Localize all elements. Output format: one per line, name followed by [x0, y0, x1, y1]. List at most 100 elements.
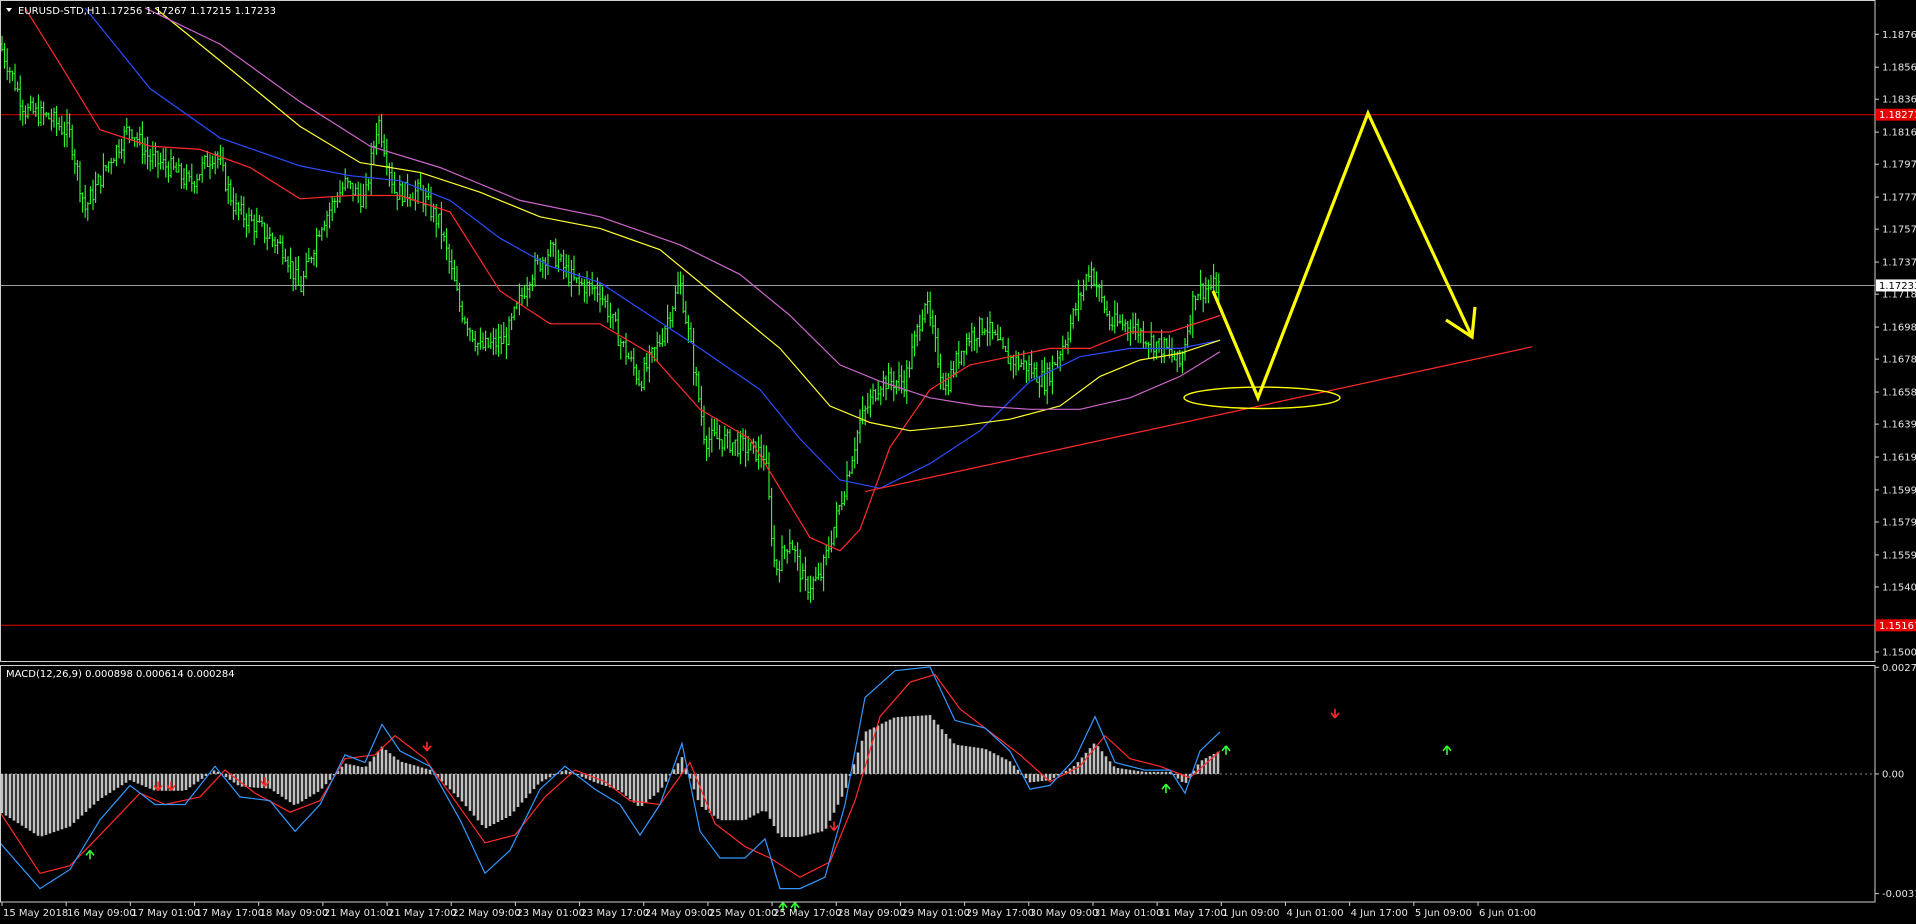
macd-histogram-bar [532, 773, 536, 790]
price-tick-label: 1.15005 [1882, 647, 1916, 658]
macd-histogram-bar [1004, 759, 1008, 774]
macd-histogram-bar [276, 773, 280, 795]
macd-histogram-bar [940, 729, 944, 774]
price-tick-label: 1.16980 [1882, 323, 1916, 334]
macd-histogram-bar [964, 746, 968, 774]
macd-histogram-bar [620, 773, 624, 793]
macd-histogram-bar [324, 773, 328, 785]
macd-histogram-bar [108, 773, 112, 793]
macd-histogram-bar [1204, 758, 1208, 774]
price-tick-label: 1.17970 [1882, 160, 1916, 171]
macd-histogram-bar [1000, 757, 1004, 774]
macd-histogram-bar [624, 773, 628, 796]
ohlc-readout: 1.17256 1.17267 1.17215 1.17233 [101, 6, 276, 17]
macd-histogram-bar [748, 773, 752, 818]
macd-histogram-bar [144, 773, 148, 787]
price-tick-label: 1.16585 [1882, 388, 1916, 399]
macd-histogram-bar [124, 773, 128, 783]
macd-histogram-bar [296, 773, 300, 804]
macd-histogram-bar [916, 715, 920, 774]
time-tick-label: 29 May 01:00 [901, 908, 970, 919]
trading-chart: 1.18760 1.18560 1.18365 1.18165 1.17970 1.177… [0, 0, 1916, 924]
macd-histogram-bar [984, 749, 988, 774]
macd-histogram-bar [796, 773, 800, 838]
macd-histogram-bar [300, 773, 304, 802]
macd-histogram-bar [912, 716, 916, 774]
macd-histogram-bar [580, 773, 584, 777]
macd-histogram-bar [824, 773, 828, 829]
macd-histogram-bar [632, 773, 636, 803]
macd-histogram-bar [1164, 771, 1168, 774]
macd-histogram-bar [140, 773, 144, 786]
macd-histogram-bar [600, 773, 604, 785]
macd-histogram-bar [944, 733, 948, 774]
macd-histogram-bar [448, 773, 452, 790]
macd-histogram-bar [780, 773, 784, 838]
macd-histogram-bar [960, 745, 964, 774]
macd-histogram-bar [176, 773, 180, 791]
time-tick-label: 17 May 17:00 [196, 908, 265, 919]
macd-histogram-bar [804, 773, 808, 836]
macd-histogram-bar [1140, 771, 1144, 774]
macd-histogram-bar [676, 763, 680, 774]
macd-histogram-bar [832, 773, 836, 813]
macd-histogram-bar [564, 770, 568, 774]
macd-histogram-bar [888, 719, 892, 774]
price-tick-label: 1.18165 [1882, 128, 1916, 139]
macd-histogram-bar [1028, 773, 1032, 783]
macd-histogram-bar [24, 773, 28, 829]
macd-histogram-bar [304, 773, 308, 800]
macd-histogram-bar [136, 773, 140, 784]
macd-histogram-bar [380, 746, 384, 774]
macd-histogram-bar [16, 773, 20, 824]
macd-histogram-bar [604, 773, 608, 787]
macd-histogram-bar [36, 773, 40, 836]
time-tick-label: 21 May 01:00 [324, 908, 393, 919]
macd-histogram-bar [312, 773, 316, 795]
macd-histogram-bar [376, 751, 380, 774]
macd-title: MACD(12,26,9) 0.000898 0.000614 0.000284 [6, 669, 235, 680]
macd-histogram-bar [84, 773, 88, 812]
macd-histogram-bar [904, 716, 908, 774]
macd-histogram-bar [356, 766, 360, 774]
macd-histogram-bar [452, 773, 456, 794]
macd-histogram-bar [56, 773, 60, 831]
macd-histogram-bar [724, 773, 728, 821]
macd-histogram-bar [364, 766, 368, 774]
price-tick-label: 1.17575 [1882, 225, 1916, 236]
time-tick-label: 17 May 01:00 [131, 908, 200, 919]
macd-histogram-bar [76, 773, 80, 820]
macd-histogram-bar [72, 773, 76, 823]
macd-histogram-bar [908, 716, 912, 774]
macd-histogram-bar [512, 773, 516, 812]
macd-histogram-bar [484, 773, 488, 829]
macd-histogram-bar [920, 715, 924, 774]
macd-histogram-bar [116, 773, 120, 788]
macd-histogram-bar [500, 773, 504, 821]
macd-histogram-bar [720, 773, 724, 821]
macd-histogram-bar [708, 773, 712, 813]
macd-histogram-bar [1024, 773, 1028, 779]
macd-histogram-bar [992, 753, 996, 774]
macd-histogram-bar [12, 773, 16, 821]
macd-histogram-bar [284, 773, 288, 800]
price-tick-label: 1.15400 [1882, 582, 1916, 593]
macd-histogram-bar [340, 766, 344, 774]
time-tick-label: 16 May 09:00 [67, 908, 136, 919]
price-tag-label: 1.15167 [1879, 621, 1916, 632]
macd-histogram-bar [320, 773, 324, 789]
macd-histogram-bar [1012, 765, 1016, 774]
macd-histogram-bar [428, 769, 432, 774]
price-tick-label: 1.18560 [1882, 63, 1916, 74]
macd-histogram-bar [816, 773, 820, 833]
macd-histogram-bar [644, 773, 648, 803]
macd-histogram-bar [1160, 771, 1164, 774]
price-tick-label: 1.15595 [1882, 550, 1916, 561]
price-tag-label: 1.17233 [1879, 281, 1916, 292]
macd-histogram-bar [692, 773, 696, 790]
macd-histogram-bar [360, 767, 364, 774]
macd-histogram-bar [1032, 773, 1036, 782]
macd-histogram-bar [756, 773, 760, 814]
macd-histogram-bar [316, 773, 320, 792]
macd-histogram-bar [96, 773, 100, 801]
